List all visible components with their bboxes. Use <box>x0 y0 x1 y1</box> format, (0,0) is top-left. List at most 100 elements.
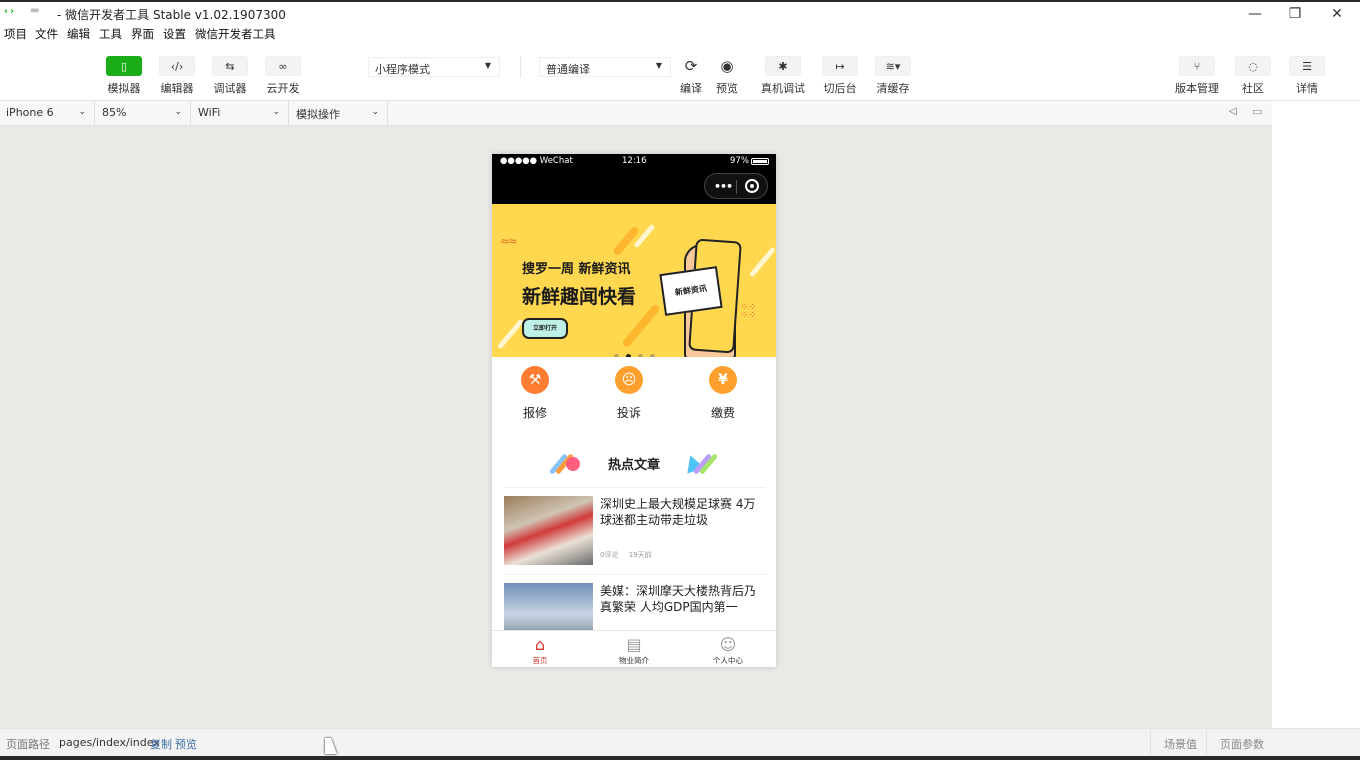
debug-arrows-icon: ⇆ <box>212 56 248 76</box>
banner-stripe <box>497 318 524 350</box>
minimize-button[interactable]: — <box>1245 5 1265 23</box>
banner-stripe <box>621 303 661 349</box>
menu-view[interactable]: 界面 <box>131 26 154 42</box>
zoom-select-value: 85% <box>102 106 127 119</box>
shortcut-complaint-label: 投诉 <box>616 406 641 420</box>
phone-simulator[interactable]: ●●●●● WeChat 12:16 97% ••• ≈≈ ⁘⁘ ⁘⁘ 搜罗一周 … <box>492 154 776 667</box>
mode-select-value: 小程序模式 <box>375 63 430 76</box>
chat-bubble-icon: ◌ <box>1235 56 1271 76</box>
device-select[interactable]: iPhone 6 ⌄ <box>0 101 95 126</box>
compile-mode-select[interactable]: 普通编译 ▼ <box>539 57 671 77</box>
chevron-down-icon: ⌄ <box>174 107 182 117</box>
status-bar: 页面路径 pages/index/index 复制 预览 场景值 页面参数 <box>0 728 1360 757</box>
tab-property[interactable]: ▤ 物业简介 <box>594 635 674 666</box>
tab-home[interactable]: ⌂ 首页 <box>500 635 580 666</box>
device-bar: iPhone 6 ⌄ 85% ⌄ WiFi ⌄ 模拟操作 ⌄ ◁ ▭ <box>0 101 1272 126</box>
swiper-dot[interactable] <box>650 354 655 357</box>
simulator-button[interactable]: ▯ 模拟器 <box>106 56 142 96</box>
menu-devtools[interactable]: 微信开发者工具 <box>195 26 276 42</box>
title-bar: ‹› ▬ - 微信开发者工具 Stable v1.02.1907300 — ❐ … <box>0 0 1360 24</box>
background-button[interactable]: ↦ 切后台 <box>822 56 858 96</box>
eye-icon: ◉ <box>720 57 734 75</box>
article-comments: 0评论 <box>600 551 619 559</box>
remote-debug-label: 真机调试 <box>761 82 805 95</box>
network-select[interactable]: WiFi ⌄ <box>192 101 289 126</box>
carrier-text: ●●●●● WeChat <box>500 156 573 166</box>
maximize-button[interactable]: ❐ <box>1285 5 1305 23</box>
remote-debug-button[interactable]: ✱ 真机调试 <box>761 56 805 96</box>
community-button[interactable]: ◌ 社区 <box>1235 56 1271 96</box>
shortcut-payment-label: 缴费 <box>710 406 735 420</box>
toolbar: ▯ 模拟器 ‹/› 编辑器 ⇆ 调试器 ∞ 云开发 小程序模式 ▼ 普通编译 ▼… <box>0 44 1360 101</box>
banner-line2: 新鲜趣闻快看 <box>522 286 637 308</box>
preview-page-link[interactable]: 预览 <box>175 736 197 752</box>
menu-tools[interactable]: 工具 <box>99 26 122 42</box>
copy-path-link[interactable]: 复制 <box>150 736 172 752</box>
menu-edit[interactable]: 编辑 <box>67 26 90 42</box>
operation-select[interactable]: 模拟操作 ⌄ <box>290 101 388 126</box>
preview-button[interactable]: ◉ 预览 <box>709 56 745 96</box>
app-logo-icon: ‹› <box>3 6 16 17</box>
swiper-dot[interactable] <box>638 354 643 357</box>
tab-property-label: 物业简介 <box>619 656 649 665</box>
menu-file[interactable]: 文件 <box>35 26 58 42</box>
hot-articles-header: 热点文章 <box>492 446 776 480</box>
clear-cache-label: 清缓存 <box>876 82 910 95</box>
page-params-button[interactable]: 页面参数 <box>1206 729 1277 757</box>
cloud-button[interactable]: ∞ 云开发 <box>265 56 301 96</box>
shortcut-payment[interactable]: ¥ 缴费 <box>693 366 753 421</box>
simulator-label: 模拟器 <box>107 82 141 95</box>
scene-value-button[interactable]: 场景值 <box>1150 729 1210 757</box>
debugger-button[interactable]: ⇆ 调试器 <box>212 56 248 96</box>
editor-button[interactable]: ‹/› 编辑器 <box>159 56 195 96</box>
swiper-dot[interactable] <box>614 354 619 357</box>
clock-text: 12:16 <box>622 156 647 166</box>
speaker-icon[interactable]: ◁ <box>1229 106 1237 117</box>
dots-pattern-icon: ⁘⁘ ⁘⁘ <box>740 302 757 321</box>
window-icon[interactable]: ▭ <box>1252 105 1262 118</box>
banner-open-button[interactable]: 立即打开 <box>522 318 568 339</box>
details-label: 详情 <box>1296 82 1318 95</box>
branch-icon: ⑂ <box>1179 56 1215 76</box>
details-button[interactable]: ☰ 详情 <box>1289 56 1325 96</box>
more-dots-icon[interactable]: ••• <box>714 180 733 193</box>
layers-icon: ≋▾ <box>875 56 911 76</box>
menu-settings[interactable]: 设置 <box>163 26 186 42</box>
battery-icon <box>751 158 769 165</box>
editor-label: 编辑器 <box>160 82 194 95</box>
chevron-down-icon: ▼ <box>655 61 662 70</box>
swiper-dots <box>614 344 662 357</box>
tab-profile[interactable]: ☺ 个人中心 <box>688 635 768 666</box>
project-name-placeholder: ▬ <box>30 5 40 16</box>
banner-swiper[interactable]: ≈≈ ⁘⁘ ⁘⁘ 搜罗一周 新鲜资讯 新鲜趣闻快看 立即打开 新鲜资讯 <box>492 204 776 357</box>
article-meta: 0评论 19天前 <box>600 550 660 560</box>
swiper-dot-active[interactable] <box>626 354 631 357</box>
bug-icon: ✱ <box>765 56 801 76</box>
shortcut-repair[interactable]: ⚒ 报修 <box>505 366 565 421</box>
capsule-divider <box>736 180 737 194</box>
close-target-icon[interactable] <box>745 179 759 193</box>
battery-text: 97% <box>730 156 749 166</box>
version-button[interactable]: ⑂ 版本管理 <box>1175 56 1219 96</box>
article-title: 美媒：深圳摩天大楼热背后乃真繁荣 人均GDP国内第一 <box>600 584 757 614</box>
background-label: 切后台 <box>823 82 857 95</box>
article-item[interactable]: 深圳史上最大规模足球赛 4万球迷都主动带走垃圾 0评论 19天前 <box>504 487 766 567</box>
divider <box>520 56 521 78</box>
phone-icon: ▯ <box>106 56 142 76</box>
mode-select[interactable]: 小程序模式 ▼ <box>368 57 500 77</box>
face-icon: ☹ <box>615 366 643 394</box>
clear-cache-button[interactable]: ≋▾ 清缓存 <box>875 56 911 96</box>
debugger-label: 调试器 <box>213 82 247 95</box>
cloud-link-icon: ∞ <box>265 56 301 76</box>
zoom-select[interactable]: 85% ⌄ <box>96 101 191 126</box>
version-label: 版本管理 <box>1175 82 1219 95</box>
compile-mode-value: 普通编译 <box>546 63 590 76</box>
shortcut-complaint[interactable]: ☹ 投诉 <box>599 366 659 421</box>
capsule-menu[interactable]: ••• <box>704 173 768 199</box>
menu-project[interactable]: 项目 <box>4 26 27 42</box>
user-icon: ☺ <box>719 635 737 654</box>
close-button[interactable]: ✕ <box>1327 5 1347 23</box>
window-title: - 微信开发者工具 Stable v1.02.1907300 <box>57 8 286 22</box>
page-path-label: 页面路径 <box>6 738 50 751</box>
switch-out-icon: ↦ <box>822 56 858 76</box>
